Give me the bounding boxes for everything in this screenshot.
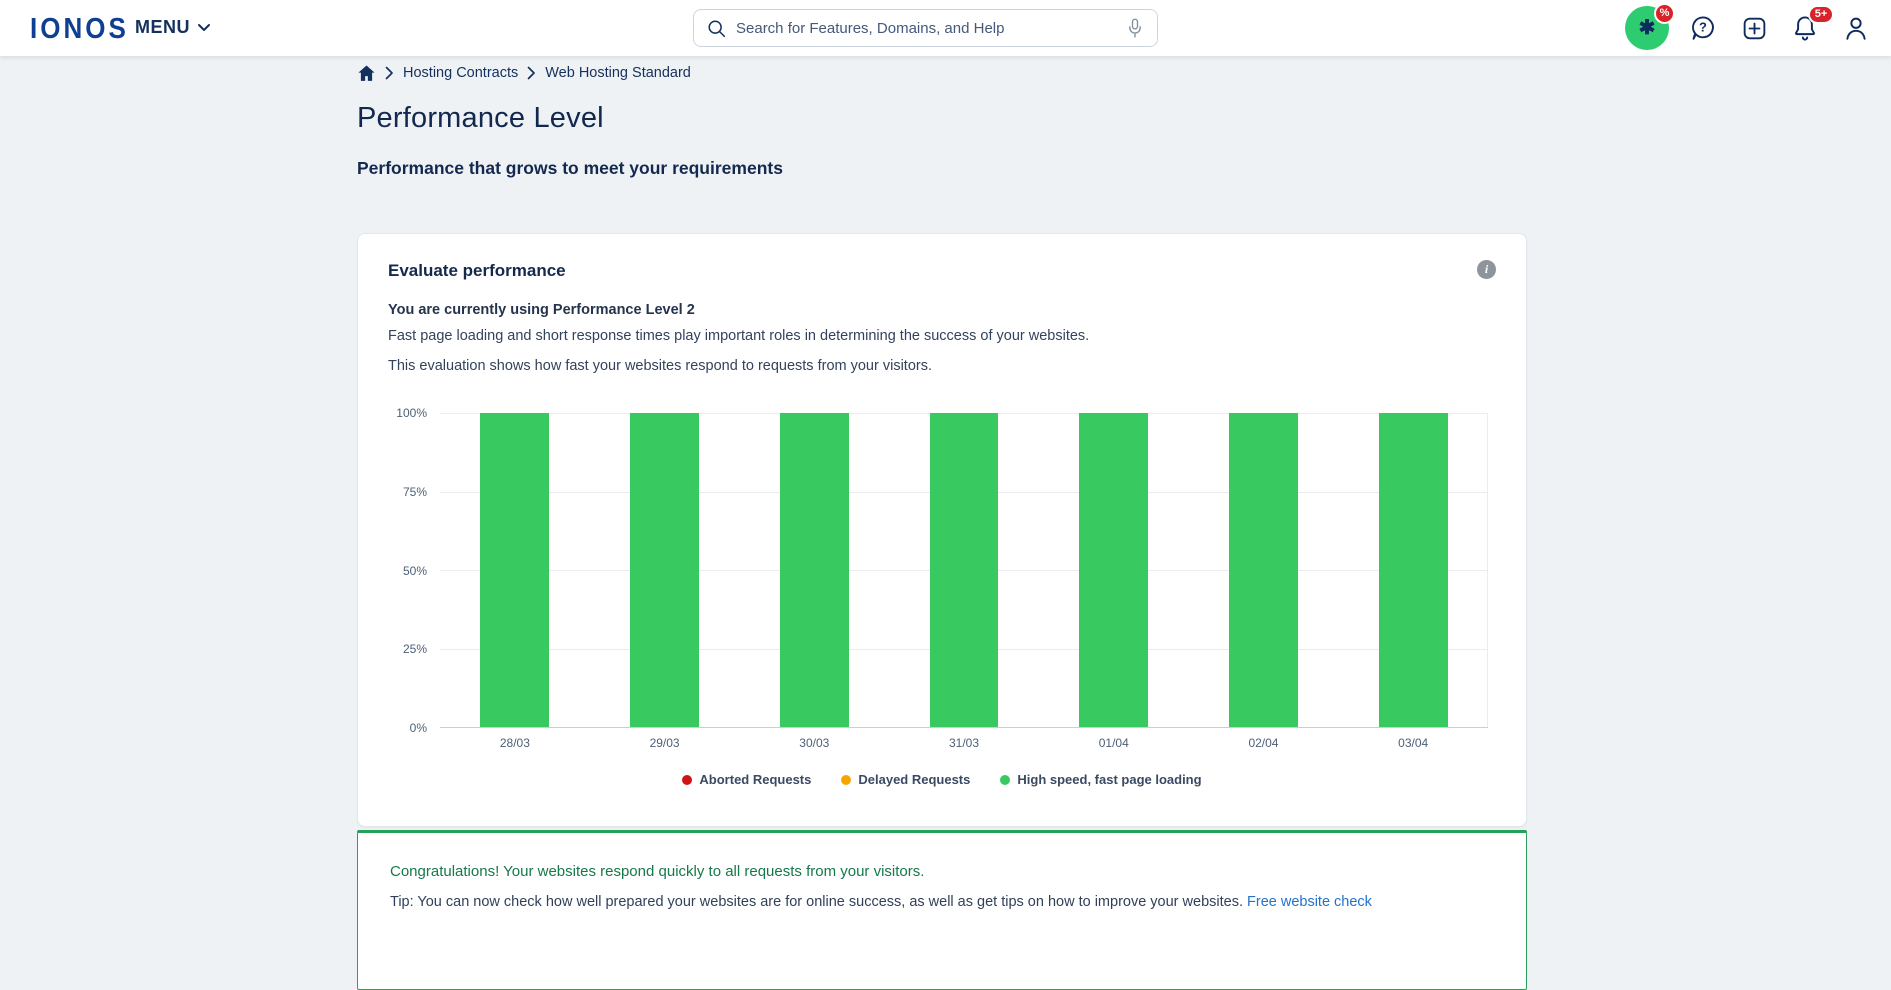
chart-bar-segment (1079, 413, 1148, 727)
breadcrumb-link-web-hosting-standard[interactable]: Web Hosting Standard (545, 65, 691, 81)
account-button[interactable] (1839, 11, 1873, 45)
deals-star-icon: ✱ (1639, 18, 1656, 38)
chart-column (889, 413, 1039, 727)
alert-box: Congratulations! Your websites respond q… (357, 830, 1527, 990)
chart-plot (440, 413, 1488, 728)
x-tick-label: 30/03 (739, 736, 889, 750)
svg-text:?: ? (1699, 20, 1707, 35)
chart-column (1338, 413, 1488, 727)
legend-dot (1000, 775, 1010, 785)
chart-bar (780, 413, 849, 727)
page-subtitle: Performance that grows to meet your requ… (357, 158, 783, 179)
menu-label: MENU (135, 17, 190, 38)
performance-chart: 100%75%50%25%0% (388, 413, 1496, 728)
page-title: Performance Level (357, 102, 604, 135)
chart-legend: Aborted Requests Delayed Requests High spe… (388, 772, 1496, 787)
x-tick-label: 31/03 (889, 736, 1039, 750)
legend-item[interactable]: Aborted Requests (682, 772, 811, 787)
congratulations-text: Congratulations! Your websites respond q… (390, 863, 1494, 881)
chevron-right-icon (385, 66, 394, 80)
chart-bar (480, 413, 549, 727)
home-icon[interactable] (357, 64, 376, 82)
search-input[interactable] (736, 20, 1123, 37)
chart-bar (1229, 413, 1298, 727)
add-icon (1741, 15, 1768, 42)
chart-bar (1379, 413, 1448, 727)
chart-bar (930, 413, 999, 727)
chart-bar-segment (480, 413, 549, 727)
chart-bar-segment (1229, 413, 1298, 727)
top-bar: IONOS MENU ✱ % ? (0, 0, 1891, 56)
x-tick-label: 03/04 (1338, 736, 1488, 750)
chart-bar-segment (630, 413, 699, 727)
legend-label: Aborted Requests (699, 772, 811, 787)
x-tick-label: 28/03 (440, 736, 590, 750)
chart-column (739, 413, 889, 727)
deals-badge: % (1654, 3, 1675, 24)
y-tick-label: 25% (403, 642, 427, 656)
chart-column (590, 413, 740, 727)
y-tick-label: 75% (403, 485, 427, 499)
top-icons-group: ✱ % ? 5+ (1625, 6, 1873, 50)
help-button[interactable]: ? (1686, 11, 1720, 45)
chevron-down-icon (197, 23, 211, 32)
help-chat-icon: ? (1689, 14, 1717, 42)
info-icon[interactable]: i (1477, 260, 1496, 279)
performance-card: Evaluate performance i You are currently… (357, 233, 1527, 827)
deals-button[interactable]: ✱ % (1625, 6, 1669, 50)
legend-label: Delayed Requests (858, 772, 970, 787)
menu-button[interactable]: MENU (135, 17, 211, 38)
search-bar[interactable] (693, 9, 1158, 47)
legend-dot (682, 775, 692, 785)
card-title: Evaluate performance (388, 260, 566, 282)
x-tick-label: 01/04 (1039, 736, 1189, 750)
chart-column (1189, 413, 1339, 727)
ionos-logo[interactable]: IONOS (30, 11, 129, 46)
breadcrumb: Hosting Contracts Web Hosting Standard (357, 64, 691, 82)
chart-column (440, 413, 590, 727)
free-website-check-link[interactable]: Free website check (1247, 894, 1372, 910)
chart-y-axis: 100%75%50%25%0% (388, 413, 440, 728)
chart-x-labels: 28/0329/0330/0331/0301/0402/0403/04 (440, 736, 1488, 750)
chart-bar-segment (1379, 413, 1448, 727)
chart-bar (1079, 413, 1148, 727)
description-line-2: This evaluation shows how fast your webs… (388, 358, 1496, 375)
description-line-1: Fast page loading and short response tim… (388, 328, 1496, 345)
legend-dot (841, 775, 851, 785)
notifications-badge: 5+ (1808, 5, 1834, 24)
y-tick-label: 0% (410, 721, 427, 735)
y-tick-label: 50% (403, 564, 427, 578)
chevron-right-icon (527, 66, 536, 80)
legend-label: High speed, fast page loading (1017, 772, 1201, 787)
chart-columns (440, 413, 1488, 727)
user-icon (1842, 14, 1870, 42)
chart-bar-segment (930, 413, 999, 727)
search-icon (706, 18, 727, 39)
x-tick-label: 02/04 (1189, 736, 1339, 750)
current-level-text: You are currently using Performance Leve… (388, 302, 1496, 319)
tip-text: Tip: You can now check how well prepared… (390, 894, 1243, 910)
breadcrumb-link-hosting-contracts[interactable]: Hosting Contracts (403, 65, 518, 81)
legend-item[interactable]: Delayed Requests (841, 772, 970, 787)
notifications-button[interactable]: 5+ (1788, 11, 1822, 45)
mic-icon[interactable] (1123, 16, 1147, 40)
add-button[interactable] (1737, 11, 1771, 45)
x-tick-label: 29/03 (590, 736, 740, 750)
chart-column (1039, 413, 1189, 727)
y-tick-label: 100% (396, 406, 427, 420)
legend-item[interactable]: High speed, fast page loading (1000, 772, 1201, 787)
chart-bar-segment (780, 413, 849, 727)
chart-bar (630, 413, 699, 727)
